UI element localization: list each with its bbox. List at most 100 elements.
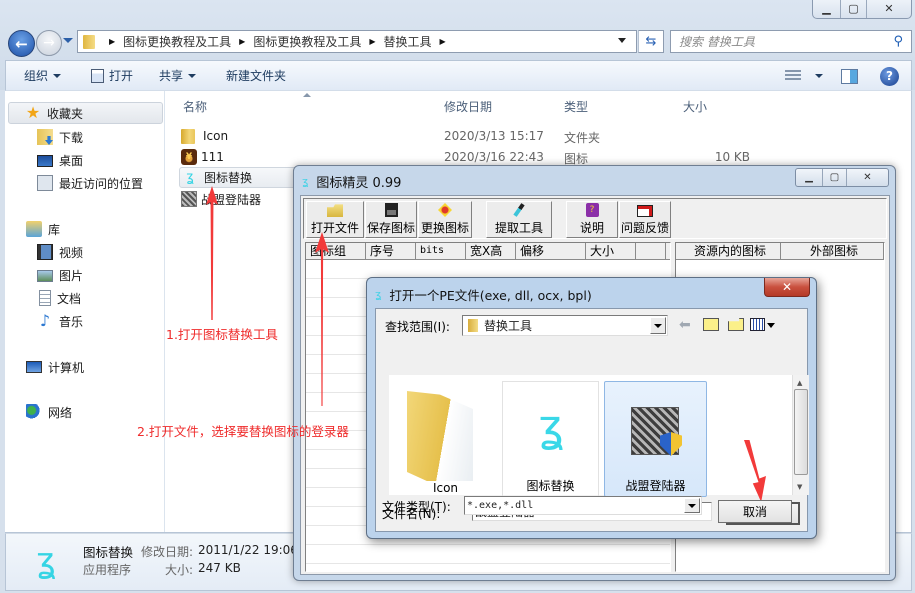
folder-icon — [468, 319, 478, 332]
file-tile[interactable]: ʓ 图标替换 — [502, 381, 599, 497]
sidebar-label: 计算机 — [48, 360, 85, 375]
organize-button[interactable]: 组织 — [24, 67, 62, 84]
grid-column-header[interactable]: 序号 — [366, 243, 416, 259]
desktop-icon — [37, 155, 53, 167]
search-input[interactable]: 搜索 替换工具 ⚲ — [670, 30, 912, 53]
grid-column-header[interactable]: 大小 — [586, 243, 636, 259]
column-header-date[interactable]: 修改日期 — [444, 98, 492, 115]
recent-pages-dropdown[interactable] — [63, 38, 73, 43]
sidebar-item-favorites[interactable]: ★ 收藏夹 — [8, 102, 163, 124]
file-row[interactable]: ¥111 — [181, 147, 224, 167]
scrollbar-thumb[interactable] — [794, 389, 808, 475]
search-icon[interactable]: ⚲ — [893, 34, 903, 49]
sidebar-item-desktop[interactable]: 桌面 — [37, 150, 83, 170]
video-icon — [37, 244, 53, 260]
back-arrow-icon[interactable]: ⬅ — [679, 317, 691, 333]
feedback-button[interactable]: 问题反馈 — [619, 201, 671, 238]
music-icon: ♪ — [39, 311, 51, 330]
column-header-size[interactable]: 大小 — [683, 98, 707, 115]
sidebar-item-videos[interactable]: 视频 — [37, 242, 83, 262]
sidebar-item-computer[interactable]: 计算机 — [26, 357, 84, 377]
share-button[interactable]: 共享 — [159, 67, 197, 84]
save-icon-button[interactable]: 保存图标 — [365, 201, 417, 238]
app-icon: ʓ — [375, 288, 382, 301]
address-bar[interactable]: ▶ 图标更换教程及工具 ▶ 图标更换教程及工具 ▶ 替换工具 ▶ — [77, 30, 637, 53]
icon-file-icon: ¥ — [181, 149, 197, 165]
minimize-button[interactable]: ▁ — [796, 169, 822, 186]
filetype-select[interactable]: *.exe,*.dll — [464, 496, 702, 515]
view-dropdown-icon[interactable] — [815, 74, 823, 78]
breadcrumb-separator-icon[interactable]: ▶ — [440, 37, 446, 46]
tab-resource-icons[interactable]: 资源内的图标 — [676, 243, 781, 259]
view-options-icon[interactable] — [785, 70, 801, 82]
new-folder-button[interactable]: 新建文件夹 — [226, 67, 286, 84]
grid-column-header[interactable]: bits — [416, 243, 466, 259]
breadcrumb-item[interactable]: 图标更换教程及工具 — [123, 33, 231, 50]
tab-external-icons[interactable]: 外部图标 — [781, 243, 884, 259]
address-dropdown-icon[interactable] — [618, 38, 626, 43]
replace-icon-button[interactable]: 更换图标 — [418, 201, 472, 238]
file-tile[interactable]: Icon — [397, 381, 494, 497]
sidebar-item-documents[interactable]: 文档 — [37, 288, 81, 308]
file-tile-selected[interactable]: 战盟登陆器 — [604, 381, 707, 497]
maximize-button[interactable]: ▢ — [822, 169, 846, 186]
navigation-pane: ★ 收藏夹 下载 桌面 最近访问的位置 库 视频 图片 文档 ♪ 音乐 计算机 网络 — [5, 91, 165, 532]
extract-tool-button[interactable]: 提取工具 — [486, 201, 552, 238]
pictures-icon — [37, 270, 53, 282]
sidebar-item-downloads[interactable]: 下载 — [37, 127, 83, 147]
grid-column-header[interactable]: 图标组 — [306, 243, 366, 259]
open-file-button[interactable]: 打开文件 — [306, 201, 364, 238]
breadcrumb-separator-icon[interactable]: ▶ — [369, 37, 375, 46]
look-in-select[interactable]: 替换工具 — [462, 315, 668, 336]
up-folder-icon[interactable] — [703, 318, 719, 331]
back-button[interactable]: ← — [8, 30, 35, 57]
sidebar-item-recent-places[interactable]: 最近访问的位置 — [37, 173, 143, 193]
toolbar-label: 问题反馈 — [621, 221, 670, 235]
cancel-button[interactable]: 取消 — [718, 500, 792, 523]
view-menu-icon[interactable] — [750, 318, 765, 331]
dialog-close-button[interactable]: ✕ — [764, 278, 810, 297]
help-book-icon: ? — [585, 203, 599, 217]
sidebar-label: 文档 — [57, 291, 82, 306]
breadcrumb-separator-icon[interactable]: ▶ — [239, 37, 245, 46]
minimize-button[interactable]: ▁ — [813, 0, 840, 18]
file-view-scrollbar[interactable]: ▲ ▼ — [792, 375, 809, 495]
column-header-name[interactable]: 名称 — [183, 98, 207, 115]
toolbar-label: 打开文件 — [310, 221, 359, 235]
sidebar-item-pictures[interactable]: 图片 — [37, 265, 83, 285]
sidebar-label: 网络 — [48, 405, 73, 420]
sidebar-item-libraries[interactable]: 库 — [26, 219, 60, 239]
grid-column-header[interactable]: 宽X高 — [466, 243, 516, 259]
window-title: 图标精灵 0.99 — [316, 176, 402, 191]
dropdown-arrow-icon[interactable] — [650, 317, 666, 334]
file-tile-label: 图标替换 — [526, 479, 575, 493]
sidebar-item-network[interactable]: 网络 — [26, 402, 72, 422]
new-folder-icon[interactable] — [728, 318, 744, 331]
view-menu-dropdown-icon[interactable] — [767, 323, 775, 328]
details-size: 247 KB — [198, 561, 241, 575]
refresh-button[interactable]: ⇆ — [638, 30, 664, 53]
maximize-button[interactable]: ▢ — [840, 0, 866, 18]
mail-icon — [637, 205, 653, 217]
help-icon[interactable]: ? — [880, 66, 899, 86]
breadcrumb-item[interactable]: 图标更换教程及工具 — [253, 33, 361, 50]
help-doc-button[interactable]: ? 说明 — [566, 201, 618, 238]
close-button[interactable]: ✕ — [866, 0, 911, 18]
close-button[interactable]: ✕ — [846, 169, 888, 186]
breadcrumb-separator-icon[interactable]: ▶ — [109, 37, 115, 46]
eyedropper-icon — [513, 203, 525, 217]
toolbar-label: 说明 — [579, 221, 604, 235]
breadcrumb-item[interactable]: 替换工具 — [384, 33, 432, 50]
open-button[interactable]: 打开 — [91, 67, 133, 84]
sidebar-item-music[interactable]: ♪ 音乐 — [37, 311, 83, 331]
column-header-type[interactable]: 类型 — [564, 98, 588, 115]
grid-column-header[interactable]: 偏移 — [516, 243, 586, 259]
file-row[interactable]: 战盟登陆器 — [181, 189, 261, 209]
file-row[interactable]: Icon — [181, 126, 228, 146]
dropdown-arrow-icon[interactable] — [684, 498, 700, 513]
scroll-down-icon[interactable]: ▼ — [797, 483, 802, 491]
forward-button[interactable]: → — [36, 30, 62, 56]
documents-icon — [39, 290, 51, 306]
scroll-up-icon[interactable]: ▲ — [797, 379, 802, 387]
preview-pane-icon[interactable] — [841, 68, 858, 84]
